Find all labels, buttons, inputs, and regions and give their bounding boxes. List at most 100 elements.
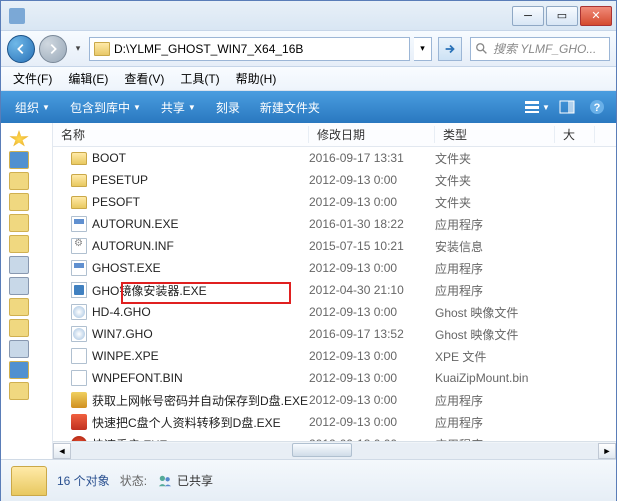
file-name: WNPEFONT.BIN [92, 371, 183, 385]
help-button[interactable]: ? [584, 96, 610, 118]
folder-icon [71, 174, 87, 187]
explorer-window: ─ ▭ ✕ ▾ D:\YLMF_GHOST_WIN7_X64_16B ▾ 搜索 … [0, 0, 617, 501]
cell-name: HD-4.GHO [53, 304, 309, 320]
address-bar[interactable]: D:\YLMF_GHOST_WIN7_X64_16B [89, 37, 410, 61]
cell-type: KuaiZipMount.bin [435, 371, 555, 385]
svg-text:?: ? [594, 102, 601, 114]
col-name[interactable]: 名称 [53, 126, 309, 143]
preview-pane-button[interactable] [554, 96, 580, 118]
nav-tree[interactable] [1, 123, 53, 459]
back-button[interactable] [7, 35, 35, 63]
col-size[interactable]: 大 [555, 126, 595, 143]
file-name: 获取上网帐号密码并自动保存到D盘.EXE [92, 392, 308, 409]
file-row[interactable]: 获取上网帐号密码并自动保存到D盘.EXE2012-09-13 0:00应用程序 [53, 389, 616, 411]
menu-bar: 文件(F) 编辑(E) 查看(V) 工具(T) 帮助(H) [1, 67, 616, 91]
file-row[interactable]: HD-4.GHO2012-09-13 0:00Ghost 映像文件 [53, 301, 616, 323]
column-headers: 名称 修改日期 类型 大 [53, 123, 616, 147]
cell-name: GHOST.EXE [53, 260, 309, 276]
file-row[interactable]: WINPE.XPE2012-09-13 0:00XPE 文件 [53, 345, 616, 367]
tree-item[interactable] [9, 172, 29, 190]
tree-item[interactable] [9, 256, 29, 274]
cell-name: 获取上网帐号密码并自动保存到D盘.EXE [53, 392, 309, 409]
file-row[interactable]: AUTORUN.EXE2016-01-30 18:22应用程序 [53, 213, 616, 235]
tree-item[interactable] [9, 193, 29, 211]
file-row[interactable]: GHOST.EXE2012-09-13 0:00应用程序 [53, 257, 616, 279]
titlebar[interactable]: ─ ▭ ✕ [1, 1, 616, 31]
new-folder-button[interactable]: 新建文件夹 [252, 95, 328, 120]
menu-tools[interactable]: 工具(T) [172, 68, 227, 89]
view-options-button[interactable]: ▼ [524, 96, 550, 118]
address-dropdown[interactable]: ▾ [414, 37, 432, 61]
tree-item[interactable] [9, 277, 29, 295]
tree-favorites[interactable] [9, 130, 29, 148]
include-in-library-button[interactable]: 包含到库中▼ [62, 95, 149, 120]
menu-file[interactable]: 文件(F) [5, 68, 60, 89]
cell-date: 2015-07-15 10:21 [309, 239, 435, 253]
gho-icon [71, 326, 87, 342]
file-name: WINPE.XPE [92, 349, 159, 363]
nav-history-dropdown[interactable]: ▾ [71, 39, 85, 59]
file-row[interactable]: WNPEFONT.BIN2012-09-13 0:00KuaiZipMount.… [53, 367, 616, 389]
scroll-right-button[interactable]: ► [598, 443, 616, 459]
file-name: 快速把C盘个人资料转移到D盘.EXE [92, 414, 281, 431]
cell-date: 2012-09-13 0:00 [309, 305, 435, 319]
close-button[interactable]: ✕ [580, 6, 612, 26]
refresh-button[interactable] [438, 37, 462, 61]
organize-button[interactable]: 组织▼ [7, 95, 58, 120]
file-row[interactable]: WIN7.GHO2016-09-17 13:52Ghost 映像文件 [53, 323, 616, 345]
cell-name: WNPEFONT.BIN [53, 370, 309, 386]
file-row[interactable]: GHO镜像安装器.EXE2012-04-30 21:10应用程序 [53, 279, 616, 301]
cell-date: 2012-09-13 0:00 [309, 393, 435, 407]
cell-type: 安装信息 [435, 238, 555, 255]
col-type[interactable]: 类型 [435, 126, 555, 143]
file-name: AUTORUN.INF [92, 239, 174, 253]
file-name: AUTORUN.EXE [92, 217, 178, 231]
file-row[interactable]: 快速把C盘个人资料转移到D盘.EXE2012-09-13 0:00应用程序 [53, 411, 616, 433]
cell-type: 文件夹 [435, 194, 555, 211]
tree-item[interactable] [9, 319, 29, 337]
search-box[interactable]: 搜索 YLMF_GHO... [470, 37, 610, 61]
tree-item[interactable] [9, 340, 29, 358]
cell-name: PESETUP [53, 173, 309, 187]
cell-date: 2016-09-17 13:52 [309, 327, 435, 341]
minimize-button[interactable]: ─ [512, 6, 544, 26]
cell-type: 应用程序 [435, 392, 555, 409]
state-label: 状态: [120, 472, 147, 489]
cell-type: 文件夹 [435, 150, 555, 167]
key-icon [71, 392, 87, 408]
maximize-button[interactable]: ▭ [546, 6, 578, 26]
tree-item[interactable] [9, 151, 29, 169]
file-name: WIN7.GHO [92, 327, 153, 341]
cell-date: 2012-09-13 0:00 [309, 415, 435, 429]
col-date[interactable]: 修改日期 [309, 126, 435, 143]
file-row[interactable]: BOOT2016-09-17 13:31文件夹 [53, 147, 616, 169]
cell-type: 应用程序 [435, 282, 555, 299]
share-with-button[interactable]: 共享▼ [153, 95, 204, 120]
inf-icon [71, 238, 87, 254]
cell-date: 2012-09-13 0:00 [309, 195, 435, 209]
tree-item[interactable] [9, 382, 29, 400]
file-row[interactable]: PESETUP2012-09-13 0:00文件夹 [53, 169, 616, 191]
tree-item[interactable] [9, 235, 29, 253]
menu-help[interactable]: 帮助(H) [228, 68, 285, 89]
forward-button[interactable] [39, 35, 67, 63]
window-controls: ─ ▭ ✕ [512, 6, 612, 26]
scroll-left-button[interactable]: ◄ [53, 443, 71, 459]
cell-name: AUTORUN.INF [53, 238, 309, 254]
scroll-track[interactable] [71, 443, 598, 459]
arrow-left-icon [14, 42, 28, 56]
file-row[interactable]: PESOFT2012-09-13 0:00文件夹 [53, 191, 616, 213]
shared-text: 已共享 [177, 472, 213, 489]
scroll-thumb[interactable] [292, 443, 352, 457]
pane-icon [559, 99, 575, 115]
file-name: GHOST.EXE [92, 261, 161, 275]
file-row[interactable]: AUTORUN.INF 2015-07-15 10:21安装信息 [53, 235, 616, 257]
burn-button[interactable]: 刻录 [208, 95, 248, 120]
cell-name: BOOT [53, 151, 309, 165]
menu-view[interactable]: 查看(V) [116, 68, 172, 89]
tree-item[interactable] [9, 298, 29, 316]
tree-item[interactable] [9, 361, 29, 379]
menu-edit[interactable]: 编辑(E) [60, 68, 116, 89]
chevron-down-icon: ▼ [133, 103, 141, 112]
tree-item[interactable] [9, 214, 29, 232]
